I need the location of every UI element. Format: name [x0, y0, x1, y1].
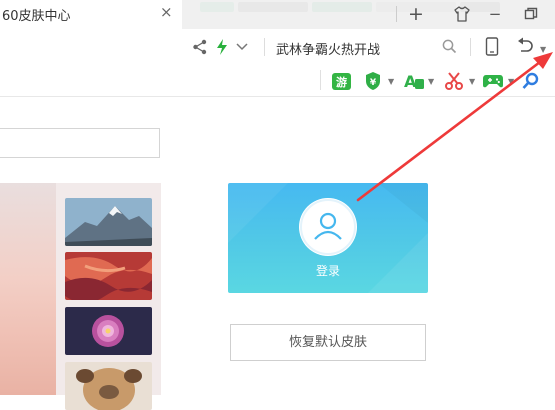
skin-button[interactable]	[449, 3, 475, 25]
red-waves-image	[65, 252, 152, 300]
login-avatar[interactable]	[299, 198, 357, 256]
shirt-icon	[454, 6, 470, 22]
restore-window-button[interactable]	[518, 3, 544, 25]
skin-thumbnail-mountain[interactable]	[65, 198, 152, 246]
game-extension-icon[interactable]: 游	[331, 71, 352, 91]
shield-icon[interactable]: ¥	[364, 71, 382, 91]
mobile-icon[interactable]	[485, 37, 499, 56]
search-hotword: 武林争霸火热开战	[276, 43, 381, 58]
translate-dropdown-icon[interactable]: ▼	[428, 77, 434, 86]
tab-title: 60皮肤中心	[2, 9, 71, 24]
lightning-icon[interactable]	[215, 38, 229, 56]
mountain-image	[65, 198, 152, 246]
translate-icon[interactable]: A	[403, 71, 425, 91]
svg-text:游: 游	[336, 75, 347, 89]
scissors-dropdown-icon[interactable]: ▼	[469, 77, 475, 86]
skin-thumbnail-flower[interactable]	[65, 307, 152, 355]
restore-default-skin-button[interactable]: 恢复默认皮肤	[230, 324, 426, 361]
undo-dropdown-icon[interactable]: ▼	[540, 45, 546, 54]
chevron-down-icon[interactable]	[235, 42, 249, 52]
minimize-button[interactable]: −	[482, 3, 508, 25]
search-icon[interactable]	[442, 39, 457, 54]
share-icon[interactable]	[192, 39, 208, 55]
restore-window-icon	[524, 7, 538, 20]
active-tab[interactable]: 60皮肤中心 ×	[0, 0, 182, 29]
skin-thumbnail-dog[interactable]	[65, 362, 152, 410]
login-label[interactable]: 登录	[300, 262, 356, 279]
dog-image	[65, 362, 152, 410]
scissors-icon[interactable]	[444, 71, 464, 91]
search-extension-icon[interactable]	[521, 71, 541, 91]
shield-dropdown-icon[interactable]: ▼	[388, 77, 394, 86]
svg-text:¥: ¥	[370, 78, 377, 88]
skin-preview-image	[0, 183, 56, 395]
user-icon	[300, 199, 356, 255]
flower-image	[65, 307, 152, 355]
tabbar-divider	[396, 6, 397, 22]
tab-close-icon[interactable]: ×	[160, 3, 173, 21]
address-divider	[264, 38, 265, 56]
gamepad-dropdown-icon[interactable]: ▼	[508, 77, 514, 86]
undo-icon[interactable]	[515, 37, 537, 55]
address-divider-2	[470, 38, 471, 56]
skin-thumbnail-red-waves[interactable]	[65, 252, 152, 300]
skin-search-input[interactable]	[0, 128, 160, 158]
gamepad-icon[interactable]	[482, 72, 504, 90]
new-tab-button[interactable]: +	[403, 3, 429, 25]
extension-divider	[320, 70, 321, 90]
